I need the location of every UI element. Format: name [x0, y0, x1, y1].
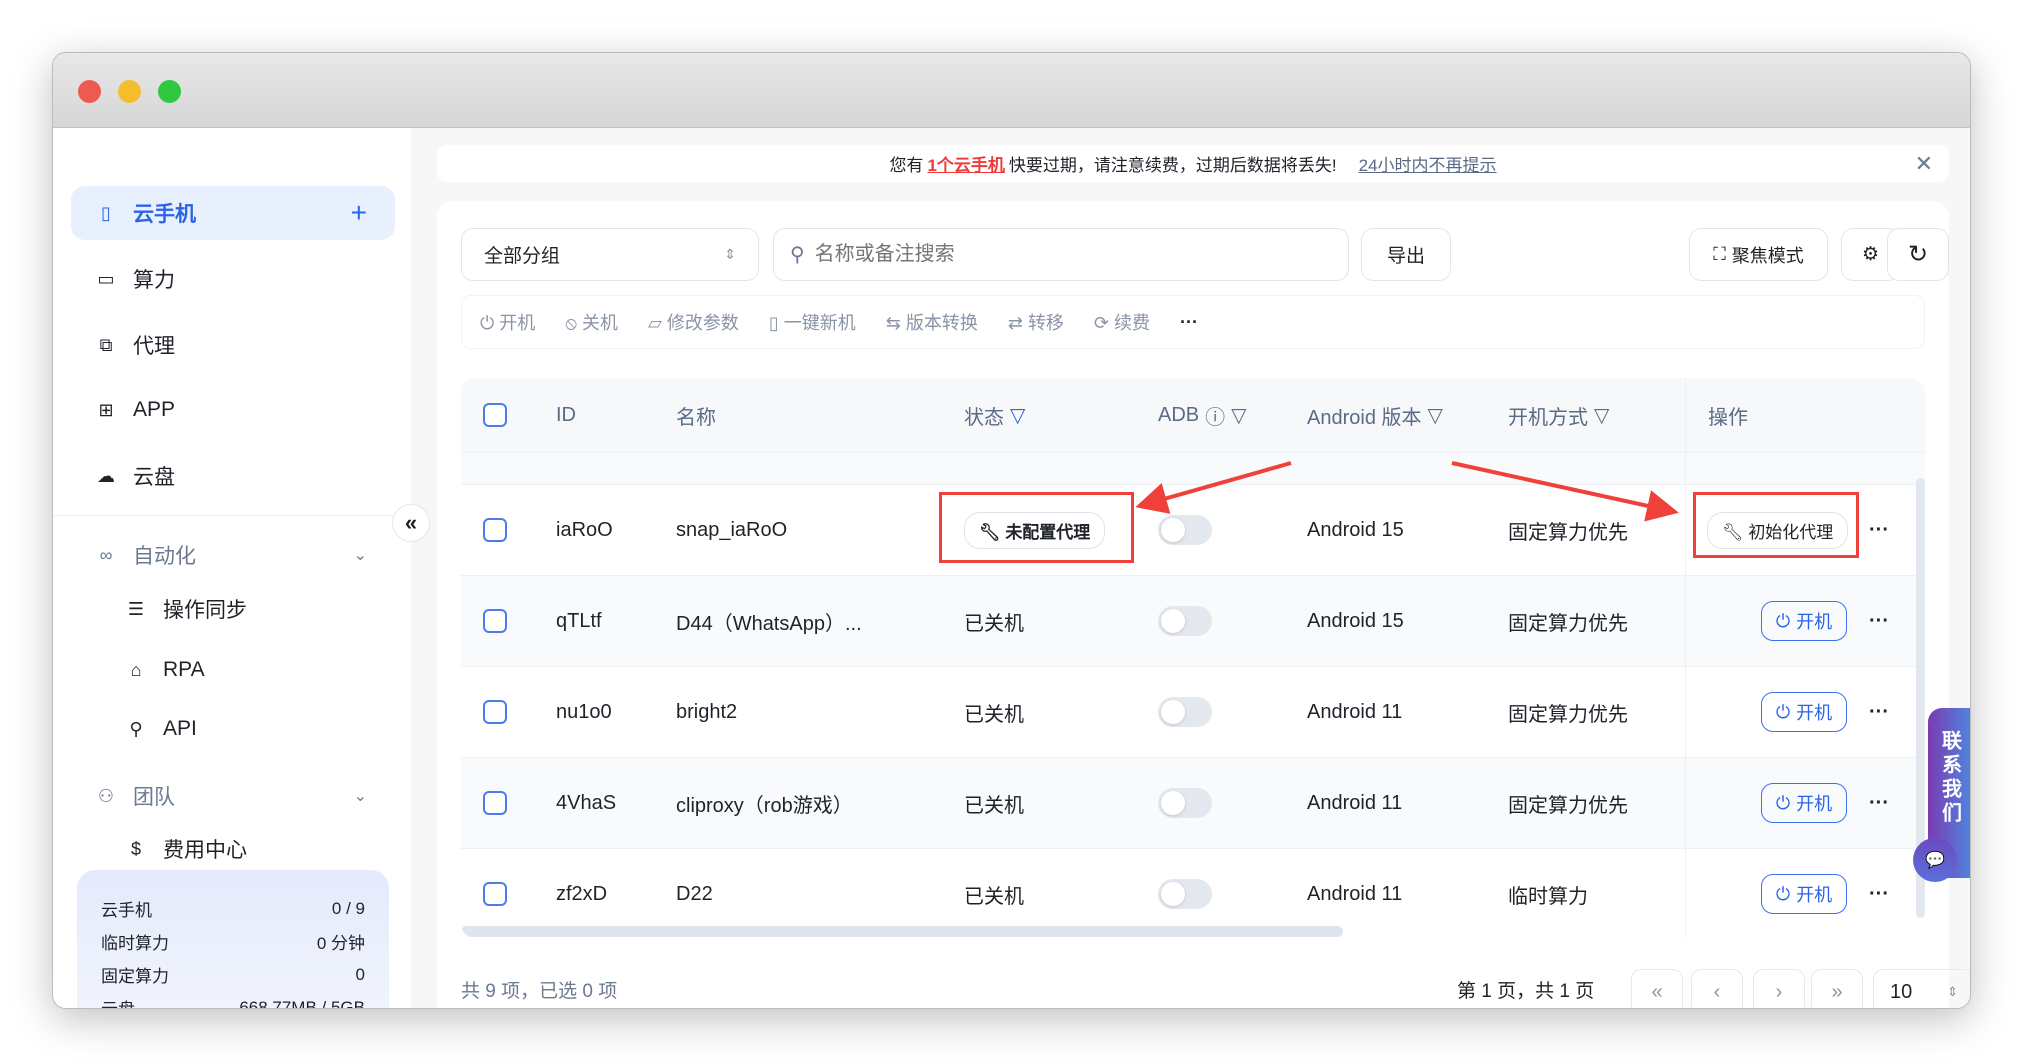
- app-window: ▯ 云手机 + ▭ 算力 ⧉ 代理 ⊞ APP ☁ 云盘 ∞ 自动化 ⌄ ☰ 操作同步 ⌂ RPA …: [52, 52, 1971, 1009]
- arrow-to-status: [1135, 461, 1292, 514]
- arrow-to-action: [1451, 461, 1679, 522]
- annotation-arrows: [1135, 461, 1679, 522]
